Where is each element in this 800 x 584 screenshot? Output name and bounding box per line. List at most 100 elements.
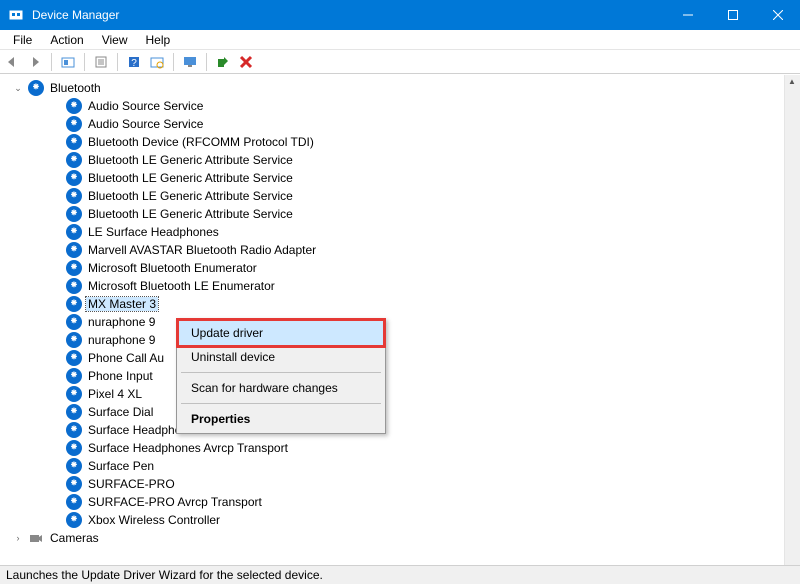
context-menu-update-driver[interactable]: Update driver: [179, 321, 383, 345]
help-icon[interactable]: ?: [125, 53, 143, 71]
vertical-scrollbar[interactable]: ▲: [784, 75, 800, 565]
close-button[interactable]: [755, 0, 800, 30]
toolbar: ?: [0, 50, 800, 74]
device-label: MX Master 3: [86, 297, 158, 311]
expand-icon[interactable]: ›: [12, 533, 24, 543]
app-icon: [8, 7, 24, 23]
tree-device-item[interactable]: ⁕SURFACE-PRO Avrcp Transport: [0, 493, 784, 511]
bluetooth-icon: ⁕: [66, 242, 82, 258]
device-label: Marvell AVASTAR Bluetooth Radio Adapter: [86, 243, 318, 257]
bluetooth-icon: ⁕: [66, 188, 82, 204]
device-label: Phone Input: [86, 369, 155, 383]
tree-device-item[interactable]: ⁕Bluetooth LE Generic Attribute Service: [0, 151, 784, 169]
bluetooth-icon: ⁕: [66, 134, 82, 150]
category-label: Cameras: [48, 531, 101, 545]
bluetooth-icon: ⁕: [66, 116, 82, 132]
bluetooth-icon: ⁕: [66, 494, 82, 510]
tree-device-item[interactable]: ⁕ Surface Dial: [0, 403, 784, 421]
tree-device-item[interactable]: ⁕ Marvell AVASTAR Bluetooth Radio Adapter: [0, 241, 784, 259]
device-label: Microsoft Bluetooth LE Enumerator: [86, 279, 277, 293]
scroll-up-icon[interactable]: ▲: [788, 77, 796, 86]
camera-icon: [28, 530, 44, 546]
menu-separator: [181, 372, 381, 373]
enable-device-icon[interactable]: [214, 53, 232, 71]
device-label: Pixel 4 XL: [86, 387, 144, 401]
tree-device-item[interactable]: ⁕SURFACE-PRO: [0, 475, 784, 493]
tree-device-item[interactable]: ⁕ Bluetooth LE Generic Attribute Service: [0, 169, 784, 187]
tree-category-cameras[interactable]: › Cameras: [0, 529, 784, 547]
context-menu-scan-for-hardware-changes[interactable]: Scan for hardware changes: [179, 376, 383, 400]
bluetooth-icon: ⁕: [66, 98, 82, 114]
collapse-icon[interactable]: ⌄: [12, 83, 24, 94]
tree-device-item[interactable]: ⁕ nuraphone 9: [0, 331, 784, 349]
toolbar-separator: [117, 53, 118, 71]
tree-device-item[interactable]: ⁕ Phone Call Au: [0, 349, 784, 367]
category-label: Bluetooth: [48, 81, 103, 95]
tree-device-item[interactable]: ⁕Surface Pen: [0, 457, 784, 475]
context-menu-properties[interactable]: Properties: [179, 407, 383, 431]
status-bar: Launches the Update Driver Wizard for th…: [0, 565, 800, 584]
device-label: nuraphone 9: [86, 315, 157, 329]
device-label: Audio Source Service: [86, 117, 205, 131]
menu-help[interactable]: Help: [137, 31, 180, 49]
tree-device-item[interactable]: ⁕Audio Source Service: [0, 97, 784, 115]
properties-icon[interactable]: [92, 53, 110, 71]
bluetooth-icon: ⁕: [66, 458, 82, 474]
device-label: Surface Dial: [86, 405, 155, 419]
device-label: Phone Call Au: [86, 351, 166, 365]
scan-hardware-icon[interactable]: [148, 53, 166, 71]
device-label: Xbox Wireless Controller: [86, 513, 222, 527]
tree-device-item[interactable]: ⁕Bluetooth Device (RFCOMM Protocol TDI): [0, 133, 784, 151]
tree-device-item[interactable]: ⁕Pixel 4 XL: [0, 385, 784, 403]
tree-category-bluetooth[interactable]: ⌄ ⁕ Bluetooth: [0, 79, 784, 97]
menu-action[interactable]: Action: [41, 31, 92, 49]
maximize-button[interactable]: [710, 0, 755, 30]
uninstall-device-icon[interactable]: [237, 53, 255, 71]
show-hidden-icon[interactable]: [59, 53, 77, 71]
back-button[interactable]: [3, 53, 21, 71]
bluetooth-icon: ⁕: [66, 278, 82, 294]
window-controls: [665, 0, 800, 30]
title-bar: Device Manager: [0, 0, 800, 30]
tree-device-item[interactable]: ⁕Surface Headphones: [0, 421, 784, 439]
device-label: Bluetooth LE Generic Attribute Service: [86, 207, 295, 221]
tree-device-item[interactable]: ⁕ MX Master 3: [0, 295, 784, 313]
bluetooth-icon: ⁕: [66, 512, 82, 528]
tree-device-item[interactable]: ⁕nuraphone 9: [0, 313, 784, 331]
window-title: Device Manager: [32, 8, 665, 22]
bluetooth-icon: ⁕: [28, 80, 44, 96]
monitor-icon[interactable]: [181, 53, 199, 71]
device-label: nuraphone 9: [86, 333, 157, 347]
tree-device-item[interactable]: ⁕ Phone Input: [0, 367, 784, 385]
device-label: Surface Headphones Avrcp Transport: [86, 441, 290, 455]
device-label: Bluetooth LE Generic Attribute Service: [86, 189, 295, 203]
svg-text:?: ?: [131, 58, 137, 69]
context-menu-uninstall-device[interactable]: Uninstall device: [179, 345, 383, 369]
menu-file[interactable]: File: [4, 31, 41, 49]
bluetooth-icon: ⁕: [66, 296, 82, 312]
device-label: Bluetooth LE Generic Attribute Service: [86, 171, 295, 185]
toolbar-separator: [206, 53, 207, 71]
toolbar-separator: [84, 53, 85, 71]
tree-device-item[interactable]: ⁕ Xbox Wireless Controller: [0, 511, 784, 529]
bluetooth-icon: ⁕: [66, 368, 82, 384]
menu-view[interactable]: View: [93, 31, 137, 49]
bluetooth-icon: ⁕: [66, 332, 82, 348]
minimize-button[interactable]: [665, 0, 710, 30]
bluetooth-icon: ⁕: [66, 260, 82, 276]
bluetooth-icon: ⁕: [66, 404, 82, 420]
tree-device-item[interactable]: ⁕Bluetooth LE Generic Attribute Service: [0, 205, 784, 223]
device-label: Microsoft Bluetooth Enumerator: [86, 261, 259, 275]
tree-device-item[interactable]: ⁕Surface Headphones Avrcp Transport: [0, 439, 784, 457]
tree-device-item[interactable]: ⁕ Audio Source Service: [0, 115, 784, 133]
device-label: Bluetooth LE Generic Attribute Service: [86, 153, 295, 167]
tree-device-item[interactable]: ⁕ Bluetooth LE Generic Attribute Service: [0, 187, 784, 205]
forward-button[interactable]: [26, 53, 44, 71]
tree-device-item[interactable]: ⁕ Microsoft Bluetooth Enumerator: [0, 259, 784, 277]
bluetooth-icon: ⁕: [66, 350, 82, 366]
tree-device-item[interactable]: ⁕ Microsoft Bluetooth LE Enumerator: [0, 277, 784, 295]
bluetooth-icon: ⁕: [66, 422, 82, 438]
device-tree[interactable]: ⌄⁕Bluetooth⁕Audio Source Service⁕Audio S…: [0, 75, 784, 565]
bluetooth-icon: ⁕: [66, 170, 82, 186]
tree-device-item[interactable]: ⁕LE Surface Headphones: [0, 223, 784, 241]
